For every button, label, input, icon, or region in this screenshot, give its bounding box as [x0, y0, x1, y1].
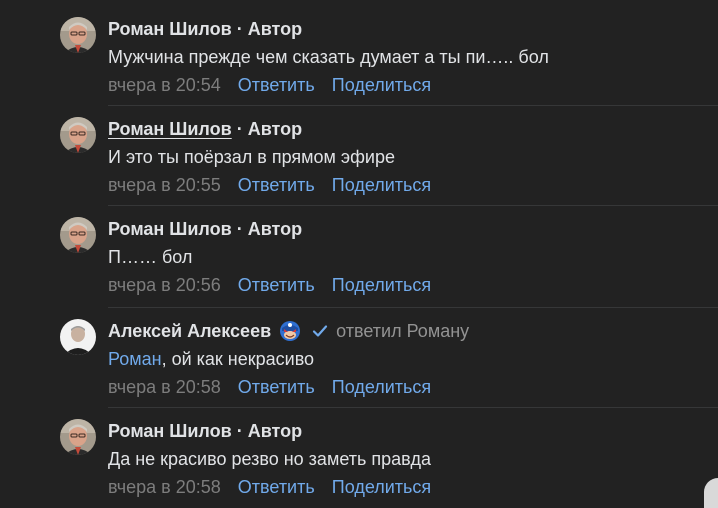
comment-timestamp[interactable]: вчера в 20:58 — [108, 377, 221, 397]
avatar[interactable] — [60, 419, 96, 455]
avatar[interactable] — [60, 217, 96, 253]
author-name[interactable]: Роман Шилов — [108, 420, 232, 442]
comment-item: Роман Шилов · Автор П…… бол вчера в 20:5… — [0, 200, 718, 300]
author-line: Алексей Алексеев ответил Роману — [108, 320, 469, 342]
author-line: Роман Шилов · Автор — [108, 218, 302, 240]
comment-text-body: , ой как некрасиво — [161, 349, 315, 369]
author-role-label: Автор — [247, 421, 303, 441]
author-photo-icon — [60, 17, 96, 53]
comment-meta: вчера в 20:55 Ответить Поделиться — [108, 174, 431, 196]
superhero-emoji-icon — [279, 320, 301, 342]
avatar[interactable] — [60, 319, 96, 355]
comment-divider — [108, 105, 718, 106]
comment-divider — [108, 205, 718, 206]
comment-text: Мужчина прежде чем сказать думает а ты п… — [108, 47, 549, 67]
comment-meta: вчера в 20:54 Ответить Поделиться — [108, 74, 431, 96]
share-button[interactable]: Поделиться — [332, 377, 431, 397]
share-button[interactable]: Поделиться — [332, 175, 431, 195]
scroll-button[interactable] — [704, 478, 718, 508]
comment-text: И это ты поёрзал в прямом эфире — [108, 147, 396, 167]
checkmark-icon — [311, 322, 329, 340]
comment-timestamp[interactable]: вчера в 20:56 — [108, 275, 221, 295]
share-button[interactable]: Поделиться — [332, 75, 431, 95]
comment-item: Роман Шилов · Автор И это ты поёрзал в п… — [0, 100, 718, 200]
author-name[interactable]: Роман Шилов — [108, 18, 232, 40]
comment-text: П…… бол — [108, 247, 193, 267]
comment-item: Роман Шилов · Автор Мужчина прежде чем с… — [0, 0, 718, 100]
author-photo-icon — [60, 117, 96, 153]
author-line: Роман Шилов · Автор — [108, 18, 302, 40]
comment-thread: Роман Шилов · Автор Мужчина прежде чем с… — [0, 0, 718, 508]
author-name[interactable]: Роман Шилов — [108, 218, 232, 240]
author-role-label: Автор — [247, 219, 303, 239]
comment-timestamp[interactable]: вчера в 20:54 — [108, 75, 221, 95]
comment-meta: вчера в 20:58 Ответить Поделиться — [108, 376, 431, 398]
comment-divider — [108, 307, 718, 308]
author-photo-icon — [60, 419, 96, 455]
author-line: Роман Шилов · Автор — [108, 420, 302, 442]
reply-to-label[interactable]: ответил Роману — [336, 320, 469, 342]
reply-button[interactable]: Ответить — [238, 377, 315, 397]
author-name[interactable]: Алексей Алексеев — [108, 320, 271, 342]
comment-text: Роман, ой как некрасиво — [108, 348, 314, 370]
author-role-label: Автор — [247, 19, 303, 39]
comment-timestamp[interactable]: вчера в 20:58 — [108, 477, 221, 497]
reply-button[interactable]: Ответить — [238, 275, 315, 295]
comment-divider — [108, 407, 718, 408]
comment-meta: вчера в 20:56 Ответить Поделиться — [108, 274, 431, 296]
author-name[interactable]: Роман Шилов — [108, 118, 232, 140]
author-separator: · — [236, 219, 243, 239]
reply-button[interactable]: Ответить — [238, 175, 315, 195]
author-role-label: Автор — [247, 119, 303, 139]
author-line: Роман Шилов · Автор — [108, 118, 302, 140]
comment-timestamp[interactable]: вчера в 20:55 — [108, 175, 221, 195]
mention-link[interactable]: Роман — [108, 349, 162, 369]
author-photo-icon — [60, 217, 96, 253]
comment-text: Да не красиво резво но заметь правда — [108, 449, 431, 469]
avatar[interactable] — [60, 117, 96, 153]
comment-item: Алексей Алексеев ответил Роману Роман, о… — [0, 302, 718, 402]
author-separator: · — [236, 421, 243, 441]
share-button[interactable]: Поделиться — [332, 275, 431, 295]
user-photo-icon — [60, 319, 96, 355]
author-separator: · — [236, 119, 243, 139]
avatar[interactable] — [60, 17, 96, 53]
share-button[interactable]: Поделиться — [332, 477, 431, 497]
author-separator: · — [236, 19, 243, 39]
reply-button[interactable]: Ответить — [238, 75, 315, 95]
reply-button[interactable]: Ответить — [238, 477, 315, 497]
comment-meta: вчера в 20:58 Ответить Поделиться — [108, 476, 431, 498]
comment-item: Роман Шилов · Автор Да не красиво резво … — [0, 402, 718, 502]
